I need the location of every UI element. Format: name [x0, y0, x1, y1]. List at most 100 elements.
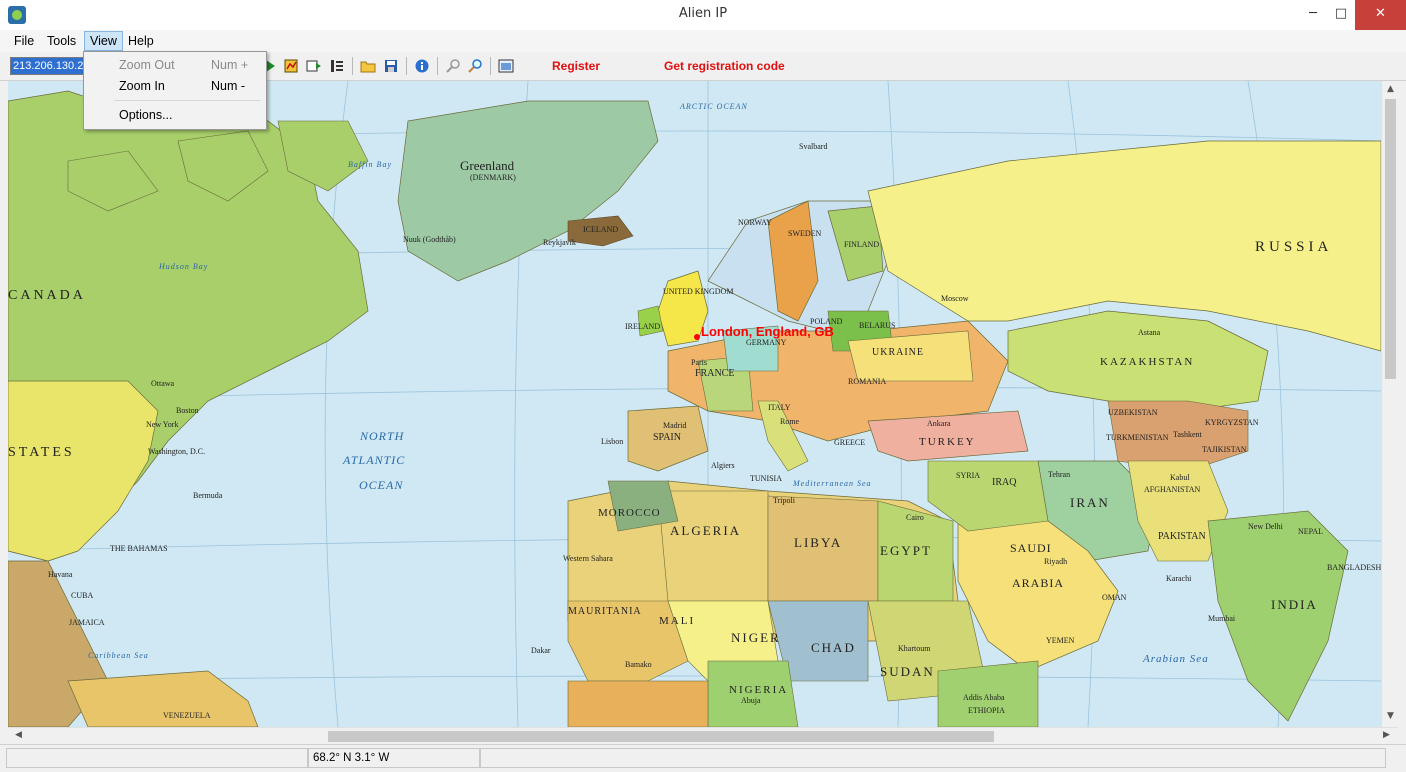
map-label-iraq: IRAQ [992, 477, 1017, 488]
title-bar: Alien IP ─ □ ✕ [0, 0, 1406, 31]
map-label-united-kingdom: UNITED KINGDOM [663, 287, 734, 296]
scroll-up-icon[interactable]: ▲ [1382, 84, 1399, 94]
minimize-button[interactable]: ─ [1299, 0, 1327, 30]
map-label-libya: LIBYA [794, 535, 843, 550]
menu-item-label: Options... [119, 108, 173, 122]
map-label-syria: SYRIA [956, 471, 981, 480]
map-label-havana: Havana [48, 570, 73, 579]
map-label-baffin-bay: Baffin Bay [348, 160, 392, 169]
map-label-afghanistan: AFGHANISTAN [1144, 485, 1201, 494]
map-label-astana: Astana [1138, 328, 1161, 337]
toolbar-separator [352, 57, 353, 75]
view-dropdown-menu: Zoom Out Num + Zoom In Num - Options... [83, 51, 267, 130]
map-label-sweden: SWEDEN [788, 229, 822, 238]
map-label-saudi: SAUDI [1010, 541, 1052, 555]
map-label-bamako: Bamako [625, 660, 652, 669]
maximize-button[interactable]: □ [1327, 0, 1355, 30]
map-label-bermuda: Bermuda [193, 491, 223, 500]
menu-item-zoom-in[interactable]: Zoom In Num - [85, 76, 265, 96]
map-label-lisbon: Lisbon [601, 437, 624, 446]
map-label-uzbekistan: UZBEKISTAN [1108, 408, 1158, 417]
map-label-mali: MALI [659, 615, 696, 627]
columns-icon[interactable] [329, 58, 345, 74]
map-label-iceland: ICELAND [583, 225, 619, 234]
vertical-scrollbar[interactable]: ▲ ▼ [1381, 81, 1399, 727]
list-icon[interactable] [306, 58, 322, 74]
horizontal-scrollbar[interactable]: ◀ ▶ [8, 727, 1398, 745]
map-label-abuja: Abuja [741, 696, 761, 705]
location-marker-dot [694, 334, 700, 340]
map-label-spain: SPAIN [653, 432, 681, 443]
map-label-karachi: Karachi [1166, 574, 1192, 583]
map-label-ukraine: UKRAINE [872, 347, 924, 358]
zoom-in-icon[interactable] [467, 58, 483, 74]
map-label-france: FRANCE [695, 368, 735, 379]
get-registration-code-link[interactable]: Get registration code [664, 59, 785, 73]
scroll-right-icon[interactable]: ▶ [1378, 730, 1395, 740]
scroll-left-icon[interactable]: ◀ [10, 730, 27, 740]
map-label-ottawa: Ottawa [151, 379, 175, 388]
map-label-algeria: ALGERIA [670, 523, 742, 538]
vertical-scroll-thumb[interactable] [1385, 99, 1396, 379]
location-marker-label: London, England, GB [701, 324, 834, 339]
map-label-mumbai: Mumbai [1208, 614, 1236, 623]
map-label-ireland: IRELAND [625, 322, 661, 331]
map-label-ocean: OCEAN [359, 478, 404, 492]
ip-address-input[interactable]: 213.206.130.2 [10, 57, 94, 75]
map-label-ethiopia: ETHIOPIA [968, 706, 1005, 715]
menu-view[interactable]: View [84, 31, 123, 51]
map-label-algiers: Algiers [711, 461, 735, 470]
close-button[interactable]: ✕ [1355, 0, 1406, 30]
map-label-madrid: Madrid [663, 421, 687, 430]
map-label-reykjavik: Reykjavik [543, 238, 576, 247]
scroll-down-icon[interactable]: ▼ [1382, 711, 1399, 721]
menu-item-shortcut: Num - [211, 79, 246, 93]
menu-file[interactable]: File [9, 32, 39, 50]
map-label-tajikistan: TAJIKISTAN [1202, 445, 1247, 454]
open-folder-icon[interactable] [360, 58, 376, 74]
map-label-greenland: Greenland [460, 158, 515, 173]
map-label-iran: IRAN [1070, 495, 1110, 510]
map-label-cuba: CUBA [71, 591, 94, 600]
menu-item-options[interactable]: Options... [85, 105, 265, 125]
status-bar: 68.2° N 3.1° W [0, 744, 1406, 772]
map-label-tunisia: TUNISIA [750, 474, 782, 483]
map-label-nuuk: Nuuk (Godthåb) [403, 235, 456, 244]
world-map[interactable]: RUSSIA CANADA STATES Greenland (DENMARK)… [8, 81, 1381, 727]
menu-separator [114, 100, 260, 101]
map-label-venezuela: VENEZUELA [163, 711, 211, 720]
trace-icon[interactable] [283, 58, 299, 74]
info-icon[interactable] [414, 58, 430, 74]
status-cell-empty [480, 748, 1386, 768]
map-window-icon[interactable] [498, 58, 514, 74]
map-label-washington: Washington, D.C. [148, 447, 206, 456]
map-label-new-york: New York [146, 420, 179, 429]
map-label-niger: NIGER [731, 630, 781, 645]
map-label-moscow: Moscow [941, 294, 969, 303]
map-label-tehran: Tehran [1048, 470, 1071, 479]
menu-help[interactable]: Help [123, 32, 159, 50]
save-icon[interactable] [383, 58, 399, 74]
map-label-arctic-ocean: ARCTIC OCEAN [680, 102, 748, 111]
toolbar-separator [437, 57, 438, 75]
menu-tools[interactable]: Tools [42, 32, 81, 50]
horizontal-scroll-thumb[interactable] [328, 731, 994, 742]
menu-bar: File Tools View Help [0, 30, 1406, 52]
toolbar-separator [490, 57, 491, 75]
menu-item-label: Zoom Out [119, 58, 175, 72]
menu-item-zoom-out[interactable]: Zoom Out Num + [85, 55, 265, 75]
map-label-romania: ROMANIA [848, 377, 887, 386]
map-label-morocco: MOROCCO [598, 507, 661, 519]
map-label-khartoum: Khartoum [898, 644, 931, 653]
toolbar-separator [406, 57, 407, 75]
map-label-russia: RUSSIA [1255, 239, 1333, 255]
map-label-belarus: BELARUS [859, 321, 896, 330]
zoom-out-icon[interactable] [445, 58, 461, 74]
map-label-mediterranean-sea: Mediterranean Sea [793, 479, 872, 488]
coordinates-readout: 68.2° N 3.1° W [308, 748, 480, 768]
register-link[interactable]: Register [552, 59, 600, 73]
map-label-egypt: EGYPT [880, 543, 932, 558]
map-label-greece: GREECE [834, 438, 866, 447]
map-label-new-delhi: New Delhi [1248, 522, 1283, 531]
map-label-hudson-bay: Hudson Bay [159, 262, 209, 271]
